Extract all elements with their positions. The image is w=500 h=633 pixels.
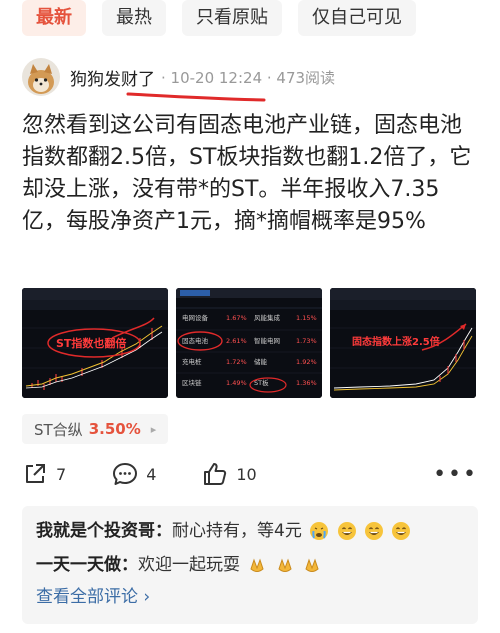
view-all-label: 查看全部评论 xyxy=(36,587,138,607)
svg-text:风能集成: 风能集成 xyxy=(254,313,281,322)
comment-author[interactable]: 一天一天做： xyxy=(36,555,138,575)
tab-self-visible[interactable]: 仅自己可见 xyxy=(298,0,416,36)
grin-sweat-emoji-icon xyxy=(392,522,411,540)
post-image-2[interactable]: 电网设备 1.67% 风能集成 1.15% 固态电池 2.61% 智能电网 1.… xyxy=(176,288,322,398)
tab-latest[interactable]: 最新 xyxy=(22,0,86,36)
tab-hottest[interactable]: 最热 xyxy=(102,0,166,36)
svg-text:电网设备: 电网设备 xyxy=(182,313,209,322)
svg-text:1.36%: 1.36% xyxy=(296,379,317,387)
comment-preview: 我就是个投资哥：耐心持有，等4元 一天一天做：欢迎一起玩耍 查看全部评论 › xyxy=(22,506,478,624)
svg-text:1.72%: 1.72% xyxy=(226,358,247,366)
view-all-comments-link[interactable]: 查看全部评论 › xyxy=(36,582,464,612)
svg-text:区块链: 区块链 xyxy=(182,378,202,387)
svg-text:固态电池: 固态电池 xyxy=(182,336,209,345)
like-button[interactable]: 10 xyxy=(202,461,257,487)
like-count: 10 xyxy=(236,464,257,484)
svg-text:1.67%: 1.67% xyxy=(226,314,247,322)
svg-text:储能: 储能 xyxy=(254,357,268,366)
stock-change: 3.50% xyxy=(88,420,141,438)
comment-text: 欢迎一起玩耍 xyxy=(138,555,240,575)
post-body: 忽然看到这公司有固态电池产业链，固态电池指数都翻2.5倍，ST板块指数也翻1.2… xyxy=(22,113,472,234)
more-options-icon[interactable]: ••• xyxy=(433,462,478,487)
comment-icon xyxy=(113,463,138,485)
svg-text:充电桩: 充电桩 xyxy=(182,357,202,366)
stock-chip[interactable]: ST合纵 3.50% ▸ xyxy=(22,414,169,444)
chevron-right-icon: ▸ xyxy=(150,422,157,436)
filter-tabs: 最新 最热 只看原贴 仅自己可见 xyxy=(22,0,416,38)
comment-item[interactable]: 一天一天做：欢迎一起玩耍 xyxy=(36,548,464,582)
post-image-3[interactable]: 固态指数上涨2.5倍 xyxy=(330,288,476,398)
comment-item[interactable]: 我就是个投资哥：耐心持有，等4元 xyxy=(36,514,464,548)
tab-original-only[interactable]: 只看原贴 xyxy=(182,0,282,36)
crying-emoji-icon xyxy=(310,522,329,540)
clapping-hands-emoji-icon xyxy=(278,558,292,572)
author-name[interactable]: 狗狗发财了 xyxy=(70,65,155,90)
grin-sweat-emoji-icon xyxy=(337,522,356,540)
clapping-hands-emoji-icon xyxy=(305,558,319,572)
svg-text:2.61%: 2.61% xyxy=(226,337,247,345)
clapping-hands-emoji-icon xyxy=(250,558,264,572)
grin-sweat-emoji-icon xyxy=(365,522,384,540)
comment-author[interactable]: 我就是个投资哥： xyxy=(36,521,172,541)
red-underline-annotation xyxy=(126,92,266,102)
thumbs-up-icon xyxy=(204,463,227,485)
svg-text:1.49%: 1.49% xyxy=(226,379,247,387)
svg-text:1.92%: 1.92% xyxy=(296,358,317,366)
comment-button[interactable]: 4 xyxy=(112,461,156,487)
comment-text: 耐心持有，等4元 xyxy=(172,521,302,541)
post-meta: · 10-20 12:24 · 473阅读 xyxy=(161,68,336,87)
share-button[interactable]: 7 xyxy=(22,461,66,487)
post-actions: 7 4 10 ••• xyxy=(22,458,478,490)
svg-text:1.73%: 1.73% xyxy=(296,337,317,345)
avatar[interactable] xyxy=(22,58,60,96)
share-count: 7 xyxy=(56,464,67,484)
svg-text:智能电网: 智能电网 xyxy=(254,336,280,345)
svg-text:1.15%: 1.15% xyxy=(296,314,317,322)
share-icon xyxy=(26,464,45,483)
image-1-annotation: ST指数也翻倍 xyxy=(56,336,126,350)
image-3-annotation: 固态指数上涨2.5倍 xyxy=(352,335,440,348)
chevron-right-icon: › xyxy=(138,587,151,607)
post-image-1[interactable]: ST指数也翻倍 xyxy=(22,288,168,398)
stock-name: ST合纵 xyxy=(34,420,83,439)
post-images: ST指数也翻倍 电网设备 1.67% 风能集成 1.15% 固态电池 2.61%… xyxy=(22,288,478,398)
comment-count: 4 xyxy=(146,464,157,484)
